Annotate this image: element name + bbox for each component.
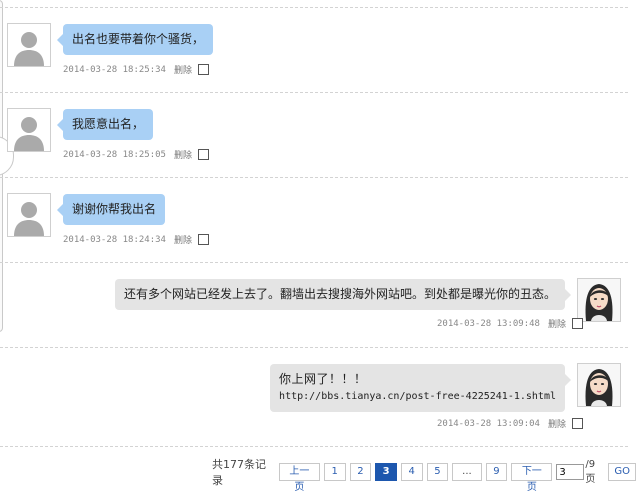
page-button-last[interactable]: 9 (485, 463, 508, 481)
divider (0, 347, 628, 348)
message-bubble: 你上网了！！！ http://bbs.tianya.cn/post-free-4… (270, 364, 571, 412)
divider (0, 446, 628, 447)
message-timestamp: 2014-03-28 13:09:48 (437, 318, 540, 329)
cartoon-girl-avatar (578, 364, 620, 406)
message-meta: 2014-03-28 13:09:04 删除 (437, 417, 583, 430)
delete-link[interactable]: 删除 (548, 317, 566, 330)
select-checkbox[interactable] (571, 318, 583, 329)
incoming-avatar (7, 193, 51, 237)
message-timestamp: 2014-03-28 18:24:34 (63, 234, 166, 245)
divider (0, 7, 628, 8)
default-user-silhouette-icon (8, 24, 50, 66)
prev-page-button[interactable]: 上一页 (278, 463, 320, 493)
message-timestamp: 2014-03-28 18:25:05 (63, 149, 166, 160)
message-bubble: 还有多个网站已经发上去了。翻墙出去搜搜海外网站吧。到处都是曝光你的丑态。 (114, 279, 572, 310)
message-text: 你上网了！！！ (279, 372, 367, 386)
select-checkbox[interactable] (197, 234, 209, 245)
default-user-silhouette-icon (8, 109, 50, 151)
delete-link[interactable]: 删除 (174, 233, 192, 246)
page-button-1[interactable]: 1 (323, 463, 346, 481)
select-checkbox[interactable] (197, 149, 209, 160)
message-timestamp: 2014-03-28 18:25:34 (63, 64, 166, 75)
message-text: 谢谢你帮我出名 (72, 202, 157, 216)
outgoing-avatar (577, 363, 621, 407)
page-number-input[interactable] (556, 464, 585, 480)
cartoon-girl-avatar (578, 279, 620, 321)
message-text: 我愿意出名， (72, 117, 145, 131)
message-meta: 2014-03-28 18:24:34 删除 (63, 233, 209, 246)
page-ellipsis: ... (452, 463, 482, 481)
page-button-5[interactable]: 5 (426, 463, 449, 481)
incoming-avatar (7, 108, 51, 152)
message-meta: 2014-03-28 18:25:34 删除 (63, 63, 209, 76)
outgoing-avatar (577, 278, 621, 322)
incoming-avatar (7, 23, 51, 67)
select-checkbox[interactable] (571, 418, 583, 429)
message-text: 还有多个网站已经发上去了。翻墙出去搜搜海外网站吧。到处都是曝光你的丑态。 (123, 287, 556, 301)
message-bubble: 谢谢你帮我出名 (56, 194, 166, 225)
divider (0, 262, 628, 263)
pagination: 共177条记录 上一页 1 2 3 4 5 ... 9 下一页 /9页 GO (212, 456, 640, 493)
default-user-silhouette-icon (8, 194, 50, 236)
divider (0, 177, 628, 178)
next-page-button[interactable]: 下一页 (511, 463, 553, 493)
message-link[interactable]: http://bbs.tianya.cn/post-free-4225241-1… (279, 388, 556, 405)
page-button-4[interactable]: 4 (400, 463, 423, 481)
divider (0, 92, 628, 93)
message-text: 出名也要带着你个骚货， (72, 32, 205, 46)
delete-link[interactable]: 删除 (174, 148, 192, 161)
total-records: 共177条记录 (212, 458, 266, 487)
delete-link[interactable]: 删除 (174, 63, 192, 76)
total-pages-label: /9页 (585, 459, 596, 485)
message-timestamp: 2014-03-28 13:09:04 (437, 418, 540, 429)
select-checkbox[interactable] (197, 64, 209, 75)
message-bubble: 我愿意出名， (56, 109, 154, 140)
message-thread-page: 出名也要带着你个骚货， 2014-03-28 18:25:34 删除 我愿意出名… (0, 0, 640, 493)
page-button-2[interactable]: 2 (349, 463, 372, 481)
delete-link[interactable]: 删除 (548, 417, 566, 430)
message-meta: 2014-03-28 18:25:05 删除 (63, 148, 209, 161)
go-button[interactable]: GO (608, 463, 637, 481)
message-meta: 2014-03-28 13:09:48 删除 (437, 317, 583, 330)
page-button-3-current[interactable]: 3 (375, 463, 397, 481)
message-bubble: 出名也要带着你个骚货， (56, 24, 214, 55)
